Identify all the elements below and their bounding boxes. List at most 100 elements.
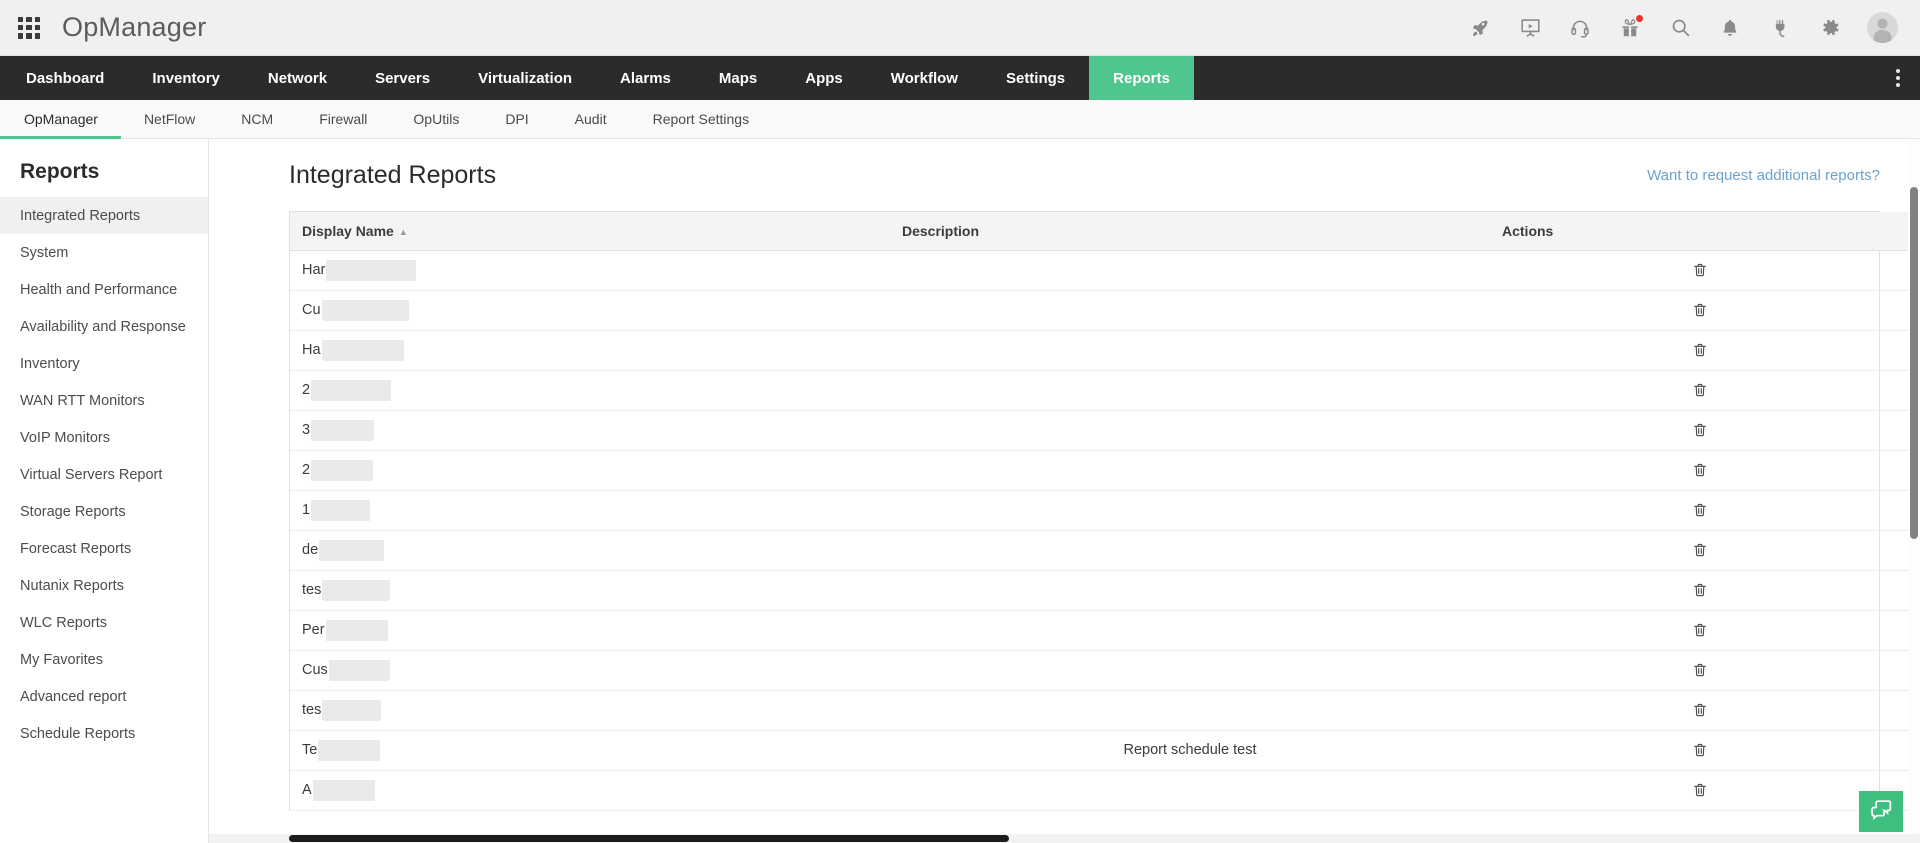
column-header-display-name[interactable]: Display Name ▲ bbox=[290, 212, 890, 251]
cell-display-name[interactable]: A bbox=[290, 770, 890, 811]
horizontal-scrollbar-thumb[interactable] bbox=[289, 835, 1009, 842]
avatar[interactable] bbox=[1867, 12, 1898, 43]
sidebar-item-nutanix-reports[interactable]: Nutanix Reports bbox=[0, 567, 208, 604]
cell-display-name[interactable]: de bbox=[290, 530, 890, 571]
trash-icon[interactable] bbox=[1689, 739, 1711, 761]
vertical-scrollbar[interactable] bbox=[1908, 139, 1920, 843]
cell-display-name[interactable]: tes bbox=[290, 570, 890, 611]
nav-item-alarms[interactable]: Alarms bbox=[596, 56, 695, 100]
headset-icon[interactable] bbox=[1567, 15, 1593, 41]
nav-item-reports[interactable]: Reports bbox=[1089, 56, 1194, 100]
cell-display-name[interactable]: Te bbox=[290, 730, 890, 771]
search-icon[interactable] bbox=[1667, 15, 1693, 41]
sidebar-item-inventory[interactable]: Inventory bbox=[0, 345, 208, 382]
table-row[interactable]: Har bbox=[290, 250, 1920, 291]
nav-item-dashboard[interactable]: Dashboard bbox=[0, 56, 128, 100]
cell-display-name[interactable]: tes bbox=[290, 690, 890, 731]
cell-display-name[interactable]: 1 bbox=[290, 490, 890, 531]
table-row[interactable]: Ha bbox=[290, 330, 1920, 371]
app-grid-icon[interactable] bbox=[18, 16, 40, 39]
subnav-item-opmanager[interactable]: OpManager bbox=[0, 100, 121, 139]
trash-icon[interactable] bbox=[1689, 539, 1711, 561]
bell-icon[interactable] bbox=[1717, 15, 1743, 41]
table-row[interactable]: 3 bbox=[290, 410, 1920, 451]
subnav-item-oputils[interactable]: OpUtils bbox=[390, 100, 482, 138]
subnav-item-firewall[interactable]: Firewall bbox=[296, 100, 390, 138]
chat-support-button[interactable] bbox=[1859, 791, 1903, 832]
sidebar-item-forecast-reports[interactable]: Forecast Reports bbox=[0, 530, 208, 567]
redacted-name-mask bbox=[328, 659, 390, 681]
rocket-icon[interactable] bbox=[1467, 15, 1493, 41]
table-row[interactable]: 2 bbox=[290, 450, 1920, 491]
nav-item-network[interactable]: Network bbox=[244, 56, 351, 100]
nav-item-maps[interactable]: Maps bbox=[695, 56, 781, 100]
column-header-actions[interactable]: Actions bbox=[1490, 212, 1910, 251]
cell-display-name[interactable]: Ha bbox=[290, 330, 890, 371]
trash-icon[interactable] bbox=[1689, 419, 1711, 441]
subnav-item-ncm[interactable]: NCM bbox=[218, 100, 296, 138]
table-row[interactable]: 1 bbox=[290, 490, 1920, 531]
cell-display-name[interactable]: Cus bbox=[290, 650, 890, 691]
trash-icon[interactable] bbox=[1689, 259, 1711, 281]
plug-icon[interactable] bbox=[1767, 15, 1793, 41]
horizontal-scrollbar[interactable] bbox=[209, 834, 1920, 843]
trash-icon[interactable] bbox=[1689, 379, 1711, 401]
table-row[interactable]: Cus bbox=[290, 650, 1920, 691]
trash-icon[interactable] bbox=[1689, 499, 1711, 521]
nav-item-apps[interactable]: Apps bbox=[781, 56, 867, 100]
column-header-description[interactable]: Description bbox=[890, 212, 1490, 251]
trash-icon[interactable] bbox=[1689, 619, 1711, 641]
subnav-item-report-settings[interactable]: Report Settings bbox=[630, 100, 773, 138]
kebab-menu-icon[interactable] bbox=[1876, 56, 1920, 100]
nav-item-settings[interactable]: Settings bbox=[982, 56, 1089, 100]
table-row[interactable]: de bbox=[290, 530, 1920, 571]
subnav-item-audit[interactable]: Audit bbox=[552, 100, 630, 138]
sidebar-item-wan-rtt-monitors[interactable]: WAN RTT Monitors bbox=[0, 382, 208, 419]
request-additional-reports-link[interactable]: Want to request additional reports? bbox=[1647, 167, 1880, 184]
cell-display-name[interactable]: 2 bbox=[290, 370, 890, 411]
gift-icon[interactable] bbox=[1617, 14, 1643, 41]
content-header: Integrated Reports Want to request addit… bbox=[209, 139, 1920, 190]
nav-item-virtualization[interactable]: Virtualization bbox=[454, 56, 596, 100]
sidebar-item-wlc-reports[interactable]: WLC Reports bbox=[0, 604, 208, 641]
table-row[interactable]: Per bbox=[290, 610, 1920, 651]
trash-icon[interactable] bbox=[1689, 779, 1711, 801]
nav-item-workflow[interactable]: Workflow bbox=[867, 56, 982, 100]
trash-icon[interactable] bbox=[1689, 659, 1711, 681]
table-row[interactable]: Te Report schedule test bbox=[290, 730, 1920, 771]
subnav-item-netflow[interactable]: NetFlow bbox=[121, 100, 218, 138]
trash-icon[interactable] bbox=[1689, 459, 1711, 481]
sidebar-item-voip-monitors[interactable]: VoIP Monitors bbox=[0, 419, 208, 456]
gear-icon[interactable] bbox=[1817, 15, 1843, 41]
sidebar-item-virtual-servers-report[interactable]: Virtual Servers Report bbox=[0, 456, 208, 493]
table-row[interactable]: tes bbox=[290, 570, 1920, 611]
cell-actions bbox=[1490, 330, 1910, 371]
trash-icon[interactable] bbox=[1689, 699, 1711, 721]
vertical-scrollbar-thumb[interactable] bbox=[1910, 187, 1918, 539]
trash-icon[interactable] bbox=[1689, 299, 1711, 321]
nav-item-servers[interactable]: Servers bbox=[351, 56, 454, 100]
cell-display-name[interactable]: Per bbox=[290, 610, 890, 651]
trash-icon[interactable] bbox=[1689, 339, 1711, 361]
subnav-item-dpi[interactable]: DPI bbox=[482, 100, 551, 138]
cell-display-name[interactable]: 2 bbox=[290, 450, 890, 491]
sidebar-item-health-and-performance[interactable]: Health and Performance bbox=[0, 271, 208, 308]
table-row[interactable]: Cu bbox=[290, 290, 1920, 331]
trash-icon[interactable] bbox=[1689, 579, 1711, 601]
sidebar-item-integrated-reports[interactable]: Integrated Reports bbox=[0, 197, 208, 234]
sidebar-item-availability-and-response[interactable]: Availability and Response bbox=[0, 308, 208, 345]
sidebar-item-schedule-reports[interactable]: Schedule Reports bbox=[0, 715, 208, 752]
sidebar-item-storage-reports[interactable]: Storage Reports bbox=[0, 493, 208, 530]
presentation-icon[interactable] bbox=[1517, 15, 1543, 41]
sidebar-item-system[interactable]: System bbox=[0, 234, 208, 271]
table-row[interactable]: tes bbox=[290, 690, 1920, 731]
table-row[interactable]: 2 bbox=[290, 370, 1920, 411]
cell-display-name[interactable]: 3 bbox=[290, 410, 890, 451]
table-row[interactable]: A bbox=[290, 770, 1920, 811]
sidebar-item-advanced-report[interactable]: Advanced report bbox=[0, 678, 208, 715]
cell-display-name[interactable]: Cu bbox=[290, 290, 890, 331]
nav-item-inventory[interactable]: Inventory bbox=[128, 56, 244, 100]
sidebar-item-my-favorites[interactable]: My Favorites bbox=[0, 641, 208, 678]
sidebar-item-label: Schedule Reports bbox=[20, 725, 136, 742]
cell-display-name[interactable]: Har bbox=[290, 250, 890, 291]
